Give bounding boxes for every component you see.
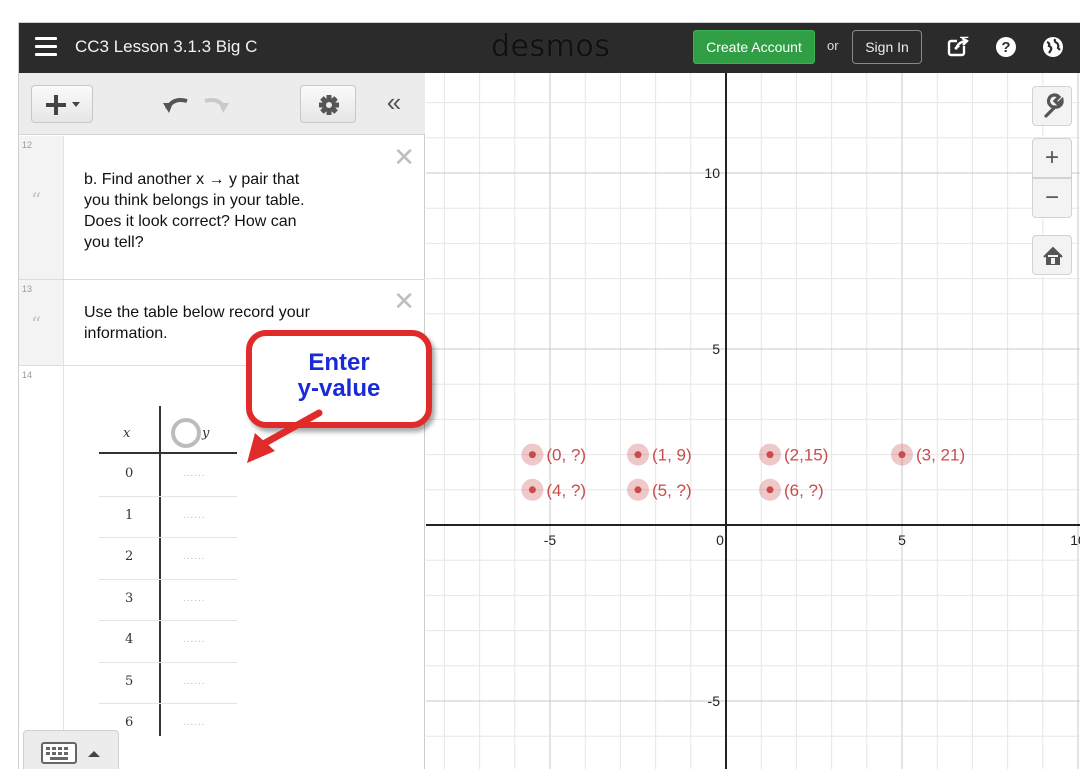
y-tick-label: 5 bbox=[712, 341, 720, 357]
callout-line: y-value bbox=[297, 375, 381, 402]
expression-toolbar: « bbox=[19, 73, 425, 135]
x-tick-label: -5 bbox=[544, 532, 557, 548]
table-cell-x[interactable]: 0 bbox=[125, 466, 133, 481]
table-cell-y-empty[interactable]: ...... bbox=[183, 551, 206, 562]
point-label: (1, 9) bbox=[652, 446, 692, 465]
table-cell-x[interactable]: 6 bbox=[125, 715, 133, 730]
x-tick-label: 0 bbox=[716, 532, 724, 548]
table-cell-y-empty[interactable]: ...... bbox=[183, 676, 206, 687]
zoom-out-icon: − bbox=[1044, 184, 1059, 211]
note-line: Does it look correct? How can bbox=[84, 213, 297, 230]
table-cell-x[interactable]: 2 bbox=[125, 549, 133, 564]
table-row-divider bbox=[99, 578, 237, 580]
sign-in-button[interactable]: Sign In bbox=[852, 30, 922, 64]
table-cell-y-empty[interactable]: ...... bbox=[183, 510, 206, 521]
x-tick-label: 10 bbox=[1070, 532, 1080, 548]
expression-gutter: 13 “ bbox=[19, 280, 64, 365]
expression-number: 13 bbox=[22, 284, 33, 294]
collapse-panel-icon[interactable]: « bbox=[377, 87, 411, 121]
table-row-divider bbox=[99, 495, 237, 497]
point-marker bbox=[766, 486, 774, 494]
point-marker bbox=[528, 486, 536, 494]
svg-text:?: ? bbox=[1001, 39, 1010, 56]
point-label: (5, ?) bbox=[652, 481, 692, 500]
graph-settings-button[interactable] bbox=[1032, 86, 1072, 126]
share-icon[interactable] bbox=[946, 35, 970, 59]
table-cell-y-empty[interactable]: ...... bbox=[183, 717, 206, 728]
table-row-divider bbox=[99, 703, 237, 704]
table-row-divider bbox=[99, 537, 237, 538]
callout-box: Enter y-value bbox=[246, 330, 432, 428]
default-viewport-button[interactable] bbox=[1032, 235, 1072, 275]
desmos-logo: desmos bbox=[491, 29, 611, 64]
note-quote-icon: “ bbox=[31, 312, 42, 336]
note-quote-icon: “ bbox=[31, 188, 42, 212]
table-cell-x[interactable]: 4 bbox=[125, 632, 133, 647]
x-tick-label: 5 bbox=[898, 532, 906, 548]
wrench-icon bbox=[1044, 93, 1064, 118]
point-marker bbox=[766, 451, 774, 459]
expression-gutter: 12 “ bbox=[19, 136, 64, 279]
table-header-y[interactable]: y bbox=[202, 426, 209, 441]
undo-icon[interactable] bbox=[159, 91, 193, 117]
settings-button[interactable] bbox=[300, 85, 356, 123]
expression-number: 12 bbox=[22, 140, 33, 150]
top-bar: CC3 Lesson 3.1.3 Big C desmos Create Acc… bbox=[19, 23, 1080, 73]
note-line: you think belongs in your table. bbox=[84, 192, 305, 209]
plus-dropdown-icon bbox=[46, 95, 80, 115]
or-text: or bbox=[827, 38, 839, 53]
note-line: Use the table below record your bbox=[84, 304, 310, 321]
point-marker bbox=[634, 486, 642, 494]
point-marker bbox=[634, 451, 642, 459]
series-color-circle-icon[interactable] bbox=[169, 416, 203, 450]
delete-expression-icon[interactable]: ✕ bbox=[393, 142, 415, 173]
table-column-rule bbox=[159, 406, 161, 736]
table-cell-y-empty[interactable]: ...... bbox=[183, 593, 206, 604]
menu-icon[interactable] bbox=[35, 37, 57, 57]
desmos-window: CC3 Lesson 3.1.3 Big C desmos Create Acc… bbox=[18, 22, 1080, 769]
note-expression-12[interactable]: 12 “ b. Find another x → y pair that you… bbox=[19, 136, 425, 280]
point-label: (4, ?) bbox=[546, 481, 586, 500]
table-row-divider bbox=[99, 620, 237, 621]
table-cell-y-empty[interactable]: ...... bbox=[183, 634, 206, 645]
callout-line: Enter bbox=[308, 349, 370, 376]
keyboard-toggle-button[interactable] bbox=[23, 730, 119, 769]
table-cell-y-empty[interactable]: ...... bbox=[183, 468, 206, 479]
table-cell-x[interactable]: 5 bbox=[125, 674, 133, 689]
note-line: you tell? bbox=[84, 234, 144, 251]
create-account-button[interactable]: Create Account bbox=[693, 30, 815, 64]
home-icon bbox=[1043, 246, 1063, 265]
expression-number: 14 bbox=[22, 370, 33, 380]
delete-expression-icon[interactable]: ✕ bbox=[393, 286, 415, 317]
help-icon[interactable]: ? bbox=[994, 35, 1018, 59]
point-label: (2,15) bbox=[784, 446, 828, 465]
redo-icon[interactable] bbox=[199, 91, 233, 117]
y-tick-label: 10 bbox=[704, 165, 720, 181]
point-marker bbox=[528, 451, 536, 459]
language-globe-icon[interactable] bbox=[1041, 35, 1065, 59]
point-label: (3, 21) bbox=[916, 446, 965, 465]
graph-paper[interactable]: -5 0 5 10 10 5 -5 (0, ?) (1, 9) (2,15) (3, 21) (4, … bbox=[426, 73, 1080, 769]
add-item-button[interactable] bbox=[31, 85, 93, 123]
table-row-divider bbox=[99, 661, 237, 663]
table-cell-x[interactable]: 1 bbox=[125, 508, 133, 523]
point-marker bbox=[898, 451, 906, 459]
table-header-rule bbox=[99, 452, 237, 454]
table-header-x[interactable]: x bbox=[123, 426, 130, 441]
table-cell-x[interactable]: 3 bbox=[125, 591, 133, 606]
note-line: b. Find another x → y pair that bbox=[84, 171, 300, 188]
zoom-out-button[interactable]: − bbox=[1032, 178, 1072, 218]
keyboard-icon bbox=[41, 742, 100, 764]
note-text[interactable]: b. Find another x → y pair that you thin… bbox=[84, 169, 305, 253]
point-label: (6, ?) bbox=[784, 481, 824, 500]
y-tick-label: -5 bbox=[708, 693, 721, 709]
gear-icon bbox=[319, 95, 339, 115]
graph-canvas[interactable]: -5 0 5 10 10 5 -5 (0, ?) (1, 9) (2,15) (3, 21) (4, … bbox=[426, 73, 1080, 769]
zoom-in-icon: + bbox=[1044, 144, 1059, 171]
expression-gutter: 14 bbox=[19, 366, 64, 769]
point-label: (0, ?) bbox=[546, 446, 586, 465]
zoom-in-button[interactable]: + bbox=[1032, 138, 1072, 178]
graph-title[interactable]: CC3 Lesson 3.1.3 Big C bbox=[75, 37, 257, 57]
